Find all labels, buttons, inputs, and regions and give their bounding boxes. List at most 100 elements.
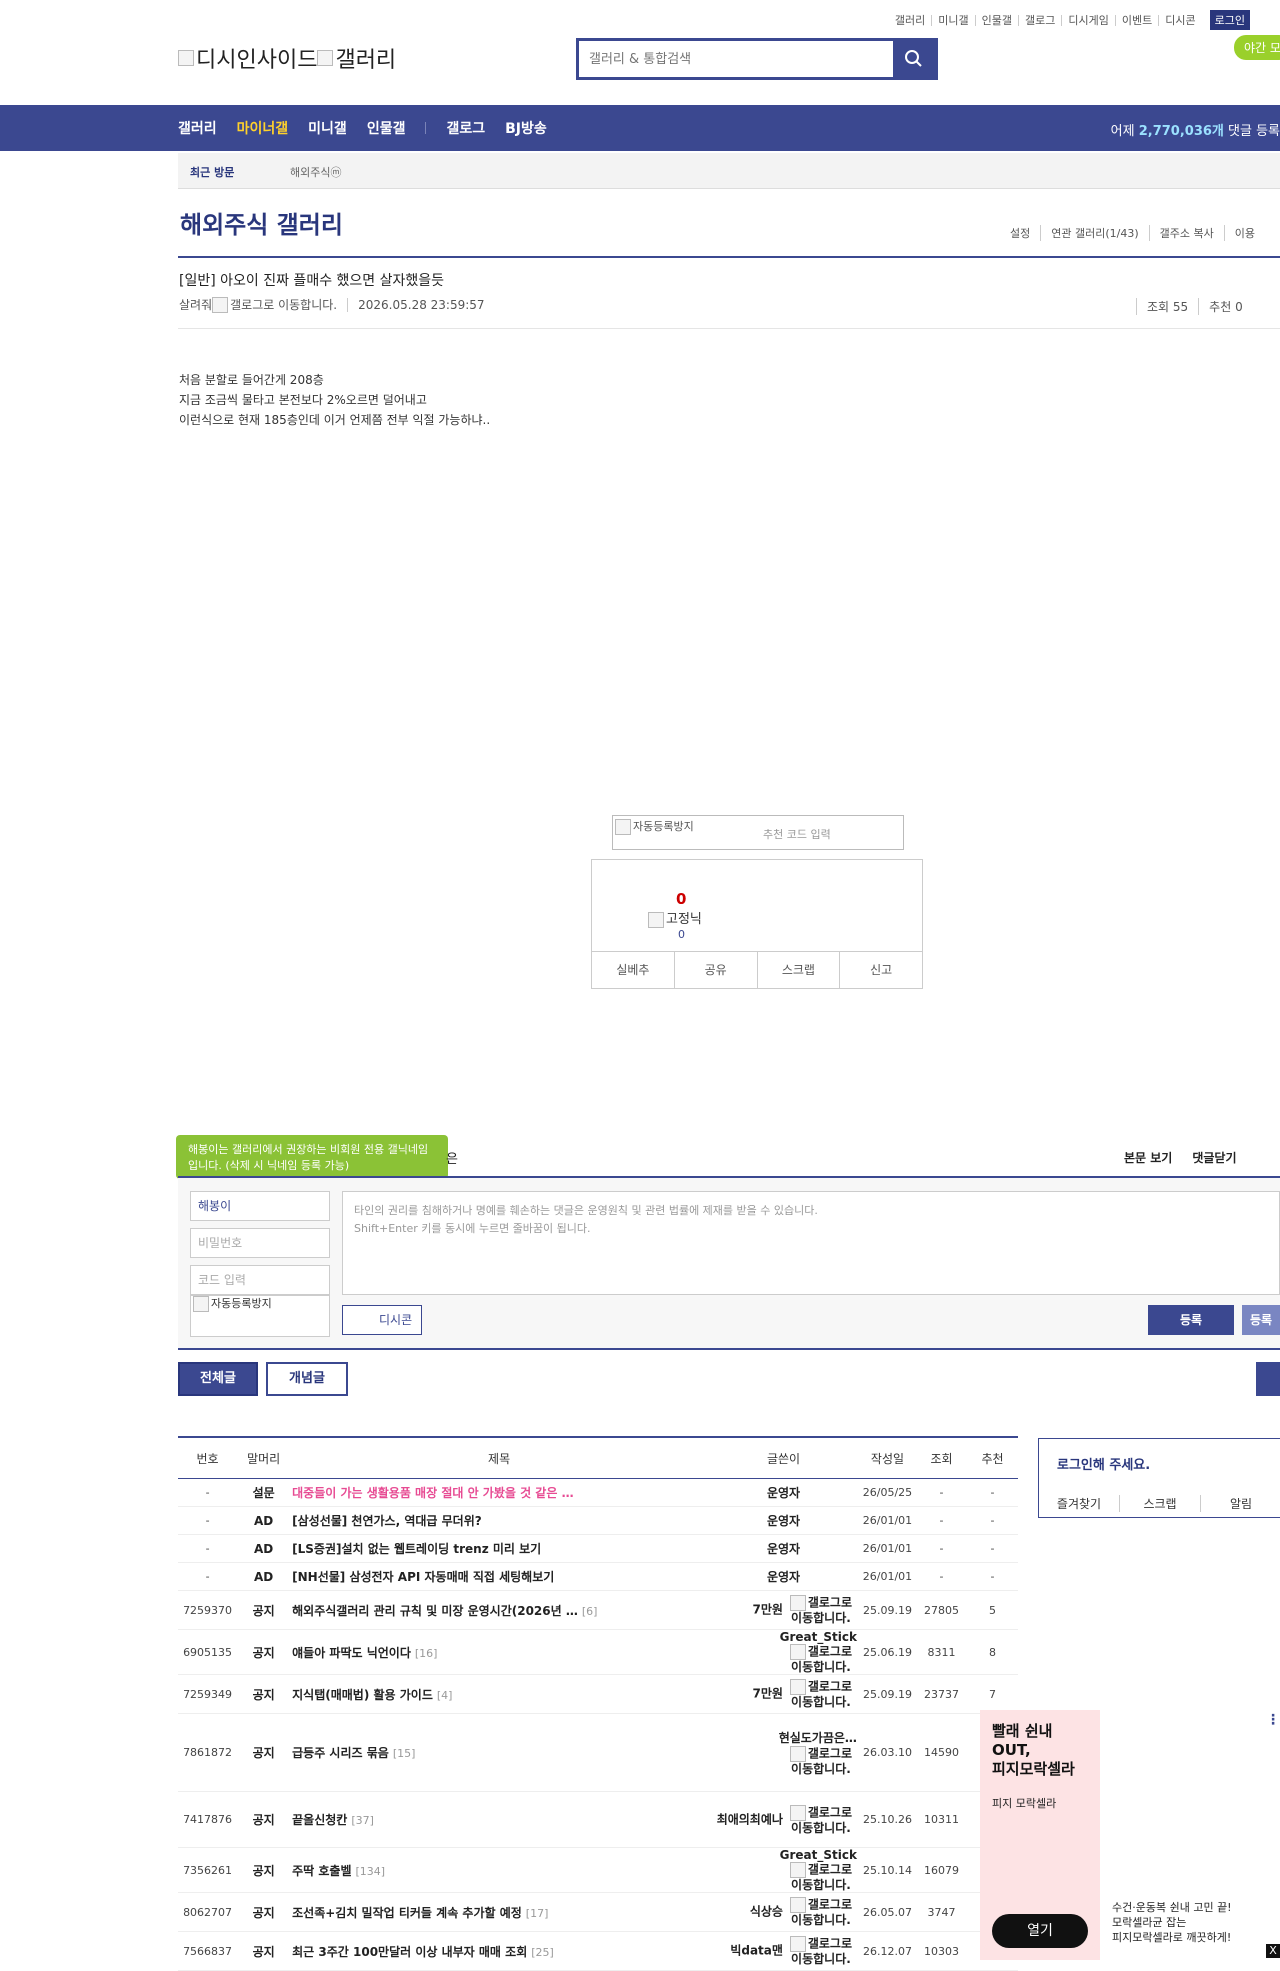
row-writer[interactable]: 운영자 xyxy=(708,1506,859,1535)
gallog-icon[interactable]: 갤로그로 이동합니다. xyxy=(785,1862,857,1892)
ad-more-icon[interactable]: ⋮ xyxy=(1266,1712,1280,1728)
related-gallery-link[interactable]: 연관 갤러리(1/43) xyxy=(1040,225,1148,241)
write-button[interactable] xyxy=(1256,1362,1280,1396)
row-subject[interactable]: 주딱 호출벨 [134] xyxy=(290,1847,709,1893)
gallog-icon[interactable]: 갤로그로 이동합니다. xyxy=(785,1644,857,1674)
gallery-title[interactable]: 해외주식 갤러리 xyxy=(180,205,343,240)
table-row[interactable]: 7566837 공지 최근 3주간 100만달러 이상 내부자 매매 조회 [25] 빅… xyxy=(178,1931,1018,1971)
util-link-mini[interactable]: 미니갤 xyxy=(931,14,974,26)
best-recommend-button[interactable]: 실베추 xyxy=(592,952,674,988)
copy-address-link[interactable]: 갤주소 복사 xyxy=(1148,225,1224,241)
row-writer[interactable]: 빅data맨 갤로그로 이동합니다. xyxy=(708,1931,859,1971)
recent-visit-label[interactable]: 최근 방문 xyxy=(190,164,234,180)
row-writer[interactable]: Great_Stick갤로그로 이동합니다. xyxy=(708,1629,859,1675)
row-writer[interactable]: 최애의최예나 갤로그로 이동합니다. xyxy=(708,1791,859,1848)
row-writer-name[interactable]: Great_Stick xyxy=(780,1848,857,1862)
row-subject-text[interactable]: 해외주식갤러리 관리 규칙 및 미장 운영시간(2026년 … xyxy=(292,1604,578,1618)
nav-person-gallery[interactable]: 인물갤 xyxy=(367,118,406,138)
row-writer[interactable]: 운영자 xyxy=(708,1534,859,1563)
row-subject-text[interactable]: 주딱 호출벨 xyxy=(292,1864,351,1878)
recommend-code-input[interactable]: 추천 코드 입력 xyxy=(763,826,831,842)
post-author[interactable]: 살려줘 xyxy=(179,296,212,313)
view-body-link[interactable]: 본문 보기 xyxy=(1124,1149,1172,1166)
row-subject-text[interactable]: [NH선물] 삼성전자 API 자동매매 직접 세팅해보기 xyxy=(292,1570,554,1584)
row-subject[interactable]: 급등주 시리즈 묶음 [15] xyxy=(290,1713,709,1792)
close-comments-link[interactable]: 댓글닫기 xyxy=(1192,1149,1236,1166)
report-button[interactable]: 신고 xyxy=(839,952,922,988)
gallery-setting-link[interactable]: 설정 xyxy=(1000,225,1040,241)
table-row[interactable]: 7356261 공지 주딱 호출벨 [134] Great_Stick갤로그로 이동합니… xyxy=(178,1847,1018,1893)
row-writer-name[interactable]: 빅data맨 xyxy=(730,1944,783,1958)
nav-gallog[interactable]: 갤로그 xyxy=(446,118,485,138)
util-link-dccon[interactable]: 디시콘 xyxy=(1158,14,1201,26)
nav-minor-gallery[interactable]: 마이너갤 xyxy=(237,118,289,138)
gallog-icon[interactable]: 갤로그로 이동합니다. xyxy=(785,1897,857,1927)
row-subject[interactable]: 대중들이 가는 생활용품 매장 절대 안 가봤을 것 같은 … xyxy=(290,1478,709,1507)
site-logo[interactable]: 디시인사이드 갤러리 xyxy=(178,42,396,74)
ad-banner[interactable]: 빨래 쉰내 OUT, 피지모락셀라 피지 모락셀라 열기 xyxy=(980,1710,1100,1960)
row-subject[interactable]: 조선족+김치 밀작업 티커들 계속 추가할 예정 [17] xyxy=(290,1892,709,1932)
row-subject[interactable]: [삼성선물] 천연가스, 역대급 무더위? xyxy=(290,1506,709,1535)
table-row[interactable]: 7259370 공지 해외주식갤러리 관리 규칙 및 미장 운영시간(2026년 …… xyxy=(178,1590,1018,1630)
row-writer[interactable]: 7만원 갤로그로 이동합니다. xyxy=(708,1674,859,1714)
row-subject[interactable]: [NH선물] 삼성전자 API 자동매매 직접 세팅해보기 xyxy=(290,1562,709,1591)
nav-bj[interactable]: BJ방송 xyxy=(505,118,547,138)
share-button[interactable]: 공유 xyxy=(673,952,757,988)
ad-close-icon[interactable]: X xyxy=(1266,1944,1280,1958)
row-subject[interactable]: 지식탭(매매법) 활용 가이드 [4] xyxy=(290,1674,709,1714)
usage-link[interactable]: 이용 xyxy=(1223,225,1265,241)
recent-visit-gallery[interactable]: 해외주식ⓜ xyxy=(290,164,341,180)
gallog-icon[interactable]: 갤로그로 이동합니다. xyxy=(785,1746,857,1776)
login-button[interactable]: 로그인 xyxy=(1209,10,1250,30)
row-writer-name[interactable]: 최애의최예나 xyxy=(717,1812,783,1826)
row-subject-text[interactable]: [삼성선물] 천연가스, 역대급 무더위? xyxy=(292,1514,482,1528)
row-subject-text[interactable]: [LS증권]설치 없는 웹트레이딩 trenz 미리 보기 xyxy=(292,1542,541,1556)
util-link-event[interactable]: 이벤트 xyxy=(1114,14,1158,26)
code-input[interactable]: 코드 입력 xyxy=(190,1265,330,1295)
nav-mini-gallery[interactable]: 미니갤 xyxy=(308,118,347,138)
comment-register-login-button[interactable]: 등록 xyxy=(1242,1305,1280,1335)
table-row[interactable]: 7417876 공지 끝올신청칸 [37] 최애의최예나 갤로그로 이동합니다. 25.10… xyxy=(178,1791,1018,1848)
fixed-nick-button[interactable]: 고정닉 xyxy=(648,908,702,928)
row-writer[interactable]: 식상승 갤로그로 이동합니다. xyxy=(708,1892,859,1932)
row-reply-count[interactable]: [17] xyxy=(526,1907,549,1920)
row-writer[interactable]: 7만원 갤로그로 이동합니다. xyxy=(708,1590,859,1630)
table-row[interactable]: - AD [삼성선물] 천연가스, 역대급 무더위? 운영자 26/01/01- - xyxy=(178,1506,1018,1535)
gallog-icon[interactable]: 갤로그로 이동합니다. xyxy=(785,1936,857,1966)
row-writer-name[interactable]: Great_Stick xyxy=(780,1630,857,1644)
row-reply-count[interactable]: [15] xyxy=(393,1747,416,1760)
row-writer[interactable]: 운영자 xyxy=(708,1562,859,1591)
nav-gallery[interactable]: 갤러리 xyxy=(178,118,217,138)
ad-open-button[interactable]: 열기 xyxy=(992,1914,1088,1948)
row-reply-count[interactable]: [16] xyxy=(415,1647,438,1660)
row-subject-text[interactable]: 지식탭(매매법) 활용 가이드 xyxy=(292,1688,433,1702)
row-subject[interactable]: 끝올신청칸 [37] xyxy=(290,1791,709,1848)
gallog-icon[interactable]: 갤로그로 이동합니다. xyxy=(785,1595,857,1625)
row-subject-text[interactable]: 얘들아 파딱도 닉언이다 xyxy=(292,1646,411,1660)
gallog-icon[interactable] xyxy=(212,296,229,313)
row-writer-name[interactable]: 7만원 xyxy=(753,1687,783,1701)
table-row[interactable]: - AD [LS증권]설치 없는 웹트레이딩 trenz 미리 보기 운영자 26/01… xyxy=(178,1534,1018,1563)
table-row[interactable]: 8062707 공지 조선족+김치 밀작업 티커들 계속 추가할 예정 [17] 식상승… xyxy=(178,1892,1018,1932)
notify-link[interactable]: 알림 xyxy=(1200,1495,1280,1512)
row-subject[interactable]: 얘들아 파딱도 닉언이다 [16] xyxy=(290,1629,709,1675)
row-writer-name[interactable]: 식상승 xyxy=(750,1905,783,1919)
password-input[interactable]: 비밀번호 xyxy=(190,1228,330,1258)
row-writer-name[interactable]: 현실도가끔은… xyxy=(779,1731,857,1745)
table-row[interactable]: - AD [NH선물] 삼성전자 API 자동매매 직접 세팅해보기 운영자 26/01… xyxy=(178,1562,1018,1591)
tab-concept-posts[interactable]: 개념글 xyxy=(266,1362,348,1396)
favorites-link[interactable]: 즐겨찾기 xyxy=(1039,1495,1119,1512)
scrap-link[interactable]: 스크랩 xyxy=(1119,1495,1200,1512)
util-link-person[interactable]: 인물갤 xyxy=(974,14,1018,26)
login-prompt[interactable]: 로그인해 주세요. xyxy=(1057,1454,1150,1473)
nickname-input[interactable]: 해봉이 xyxy=(190,1191,330,1221)
row-reply-count[interactable]: [6] xyxy=(582,1605,598,1618)
row-writer[interactable]: Great_Stick갤로그로 이동합니다. xyxy=(708,1847,859,1893)
row-subject-text[interactable]: 최근 3주간 100만달러 이상 내부자 매매 조회 xyxy=(292,1945,527,1959)
gallog-icon[interactable]: 갤로그로 이동합니다. xyxy=(785,1804,857,1835)
row-reply-count[interactable]: [4] xyxy=(437,1689,453,1702)
comment-register-button[interactable]: 등록 xyxy=(1148,1305,1234,1335)
row-writer-name[interactable]: 7만원 xyxy=(753,1603,783,1617)
row-writer[interactable]: 현실도가끔은…갤로그로 이동합니다. xyxy=(708,1713,859,1792)
row-subject[interactable]: [LS증권]설치 없는 웹트레이딩 trenz 미리 보기 xyxy=(290,1534,709,1563)
